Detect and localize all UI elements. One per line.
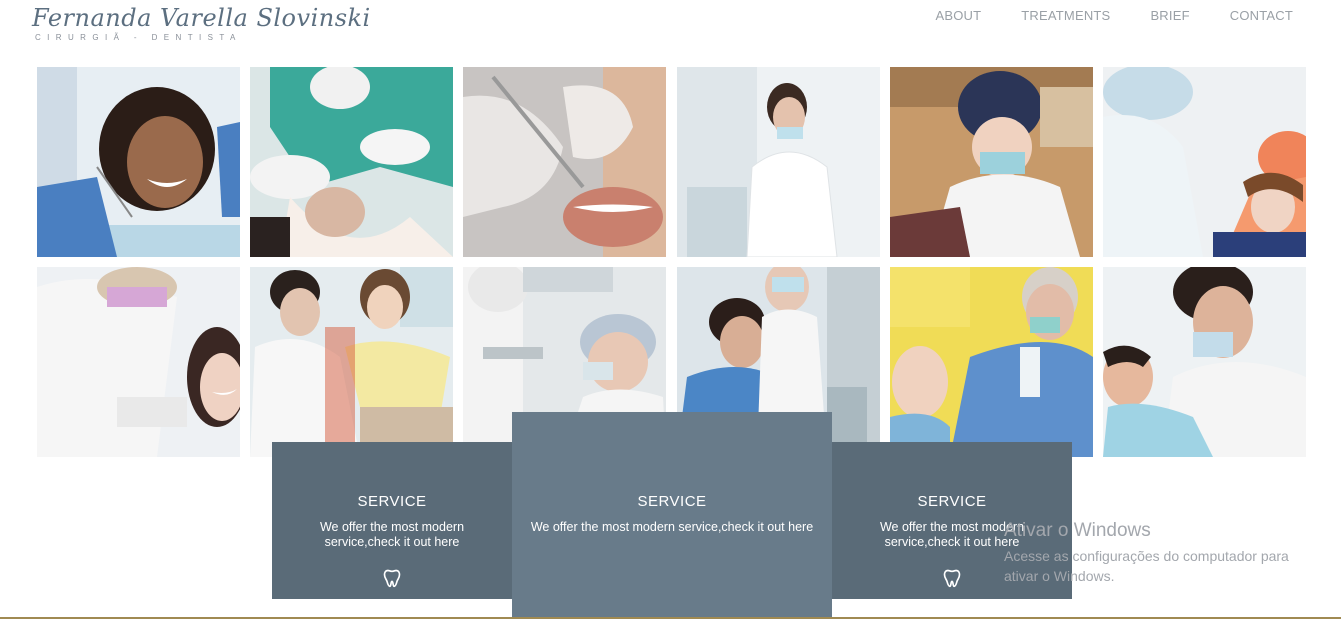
dentist-boy-photo [1102,267,1306,457]
service-card-title: SERVICE [637,493,707,510]
dental-closeup-photo [463,67,667,257]
tooth-icon [942,568,962,593]
female-dentist-photo [676,67,880,257]
gallery-photo[interactable] [676,67,880,257]
service-card-title: SERVICE [917,493,987,510]
logo-name: Fernanda Varella Slovinski [32,4,371,32]
gallery-photo[interactable] [889,67,1093,257]
gallery-photo[interactable] [250,267,454,457]
dentist-treating-photo [250,67,454,257]
service-card-text: We offer the most modern service,check i… [319,520,465,549]
child-patient-photo [1102,67,1306,257]
gallery-photo[interactable] [1102,67,1306,257]
service-card-1[interactable]: SERVICE We offer the most modern service… [272,442,512,599]
nav-brief[interactable]: BRIEF [1150,8,1189,23]
photo-gallery [37,67,1306,457]
nav-about[interactable]: ABOUT [935,8,981,23]
logo[interactable]: Fernanda Varella Slovinski CIRURGIÃ - DE… [32,4,371,42]
service-card-3[interactable]: SERVICE We offer the most modern service… [832,442,1072,599]
service-card-text: We offer the most modern service,check i… [530,520,814,534]
service-card-title: SERVICE [357,493,427,510]
tooth-icon [382,568,402,593]
dentist-pink-mask-photo [37,267,240,457]
nav-contact[interactable]: CONTACT [1230,8,1293,23]
logo-subtitle: CIRURGIÃ - DENTISTA [35,33,242,42]
gallery-photo[interactable] [463,67,667,257]
gallery-photo[interactable] [1102,267,1306,457]
gallery-photo[interactable] [37,67,240,257]
asian-dentist-photo [889,67,1093,257]
smiling-patient-photo [37,67,240,257]
patient-consultation-photo [250,267,454,457]
service-card-2[interactable]: SERVICE We offer the most modern service… [512,412,832,619]
gallery-photo[interactable] [889,267,1093,457]
service-card-text: We offer the most modern service,check i… [879,520,1025,549]
gallery-photo[interactable] [37,267,240,457]
nav-treatments[interactable]: TREATMENTS [1021,8,1110,23]
gallery-photo[interactable] [250,67,454,257]
senior-dentist-photo [889,267,1093,457]
main-nav: ABOUT TREATMENTS BRIEF CONTACT [895,8,1293,23]
